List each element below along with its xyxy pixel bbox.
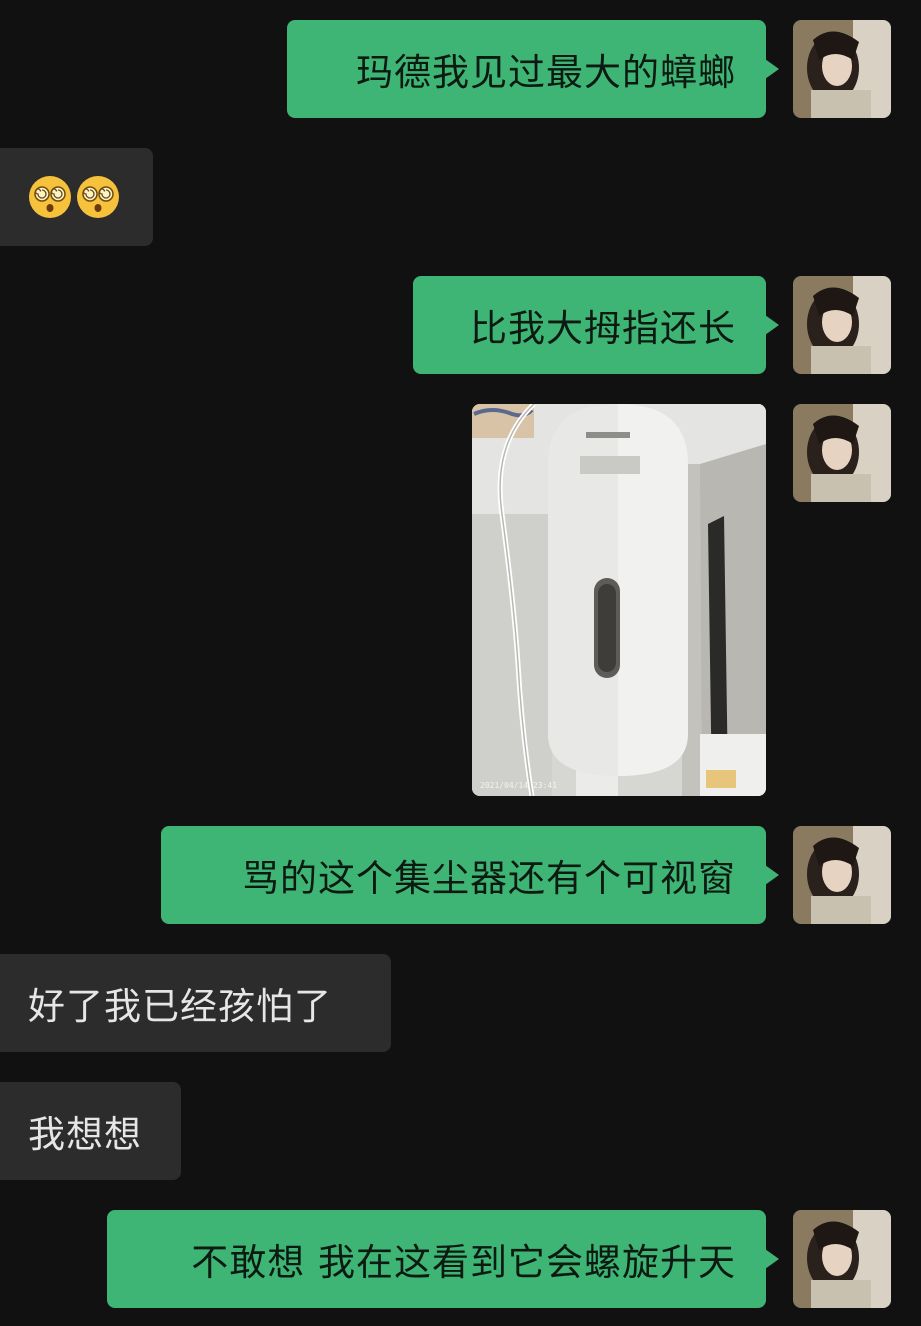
message-text: 我想想 [28, 1113, 142, 1156]
avatar[interactable] [793, 404, 891, 502]
avatar[interactable] [793, 1210, 891, 1308]
image-timestamp: 2021/04/14 23:41 [480, 781, 558, 790]
message-text: 玛德我见过最大的蟑螂 [356, 51, 736, 94]
message-bubble-sent[interactable]: 比我大拇指还长 [413, 276, 779, 374]
message-bubble-sent[interactable]: 不敢想 我在这看到它会螺旋升天 [107, 1210, 779, 1308]
message-text: 骂的这个集尘器还有个可视窗 [242, 857, 736, 900]
dizzy-face-emoji [77, 176, 119, 218]
dizzy-face-emoji [29, 176, 71, 218]
avatar[interactable] [793, 20, 891, 118]
message-text: 不敢想 我在这看到它会螺旋升天 [191, 1241, 736, 1284]
message-bubble-sent[interactable]: 骂的这个集尘器还有个可视窗 [161, 826, 779, 924]
image-message[interactable]: 2021/04/14 23:41 [472, 404, 766, 796]
message-bubble-sent[interactable]: 玛德我见过最大的蟑螂 [287, 20, 779, 118]
avatar[interactable] [793, 826, 891, 924]
avatar[interactable] [793, 276, 891, 374]
message-bubble-received[interactable]: 我想想 [0, 1082, 181, 1180]
message-text: 好了我已经孩怕了 [28, 985, 332, 1028]
message-text: 比我大拇指还长 [470, 307, 736, 350]
message-bubble-received[interactable]: 好了我已经孩怕了 [0, 954, 391, 1052]
message-bubble-received[interactable] [0, 148, 153, 246]
